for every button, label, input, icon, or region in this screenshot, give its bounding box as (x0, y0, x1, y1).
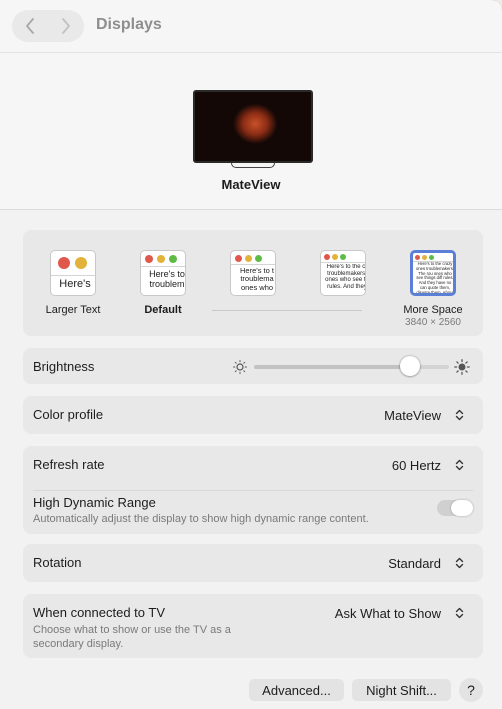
color-profile-value[interactable]: MateView (384, 408, 441, 423)
displays-window: Displays MateView Here's Larger Text Her… (0, 0, 502, 709)
wallpaper-image (195, 92, 311, 161)
up-down-chevron-icon (455, 607, 463, 619)
rotation-card: Rotation Standard (23, 544, 483, 582)
resolution-label: Default (144, 304, 182, 316)
resolution-thumbnail: Here's (50, 250, 96, 296)
tv-card: When connected to TV Ask What to Show Ch… (23, 594, 483, 658)
resolution-option-4[interactable]: Here's to the cr troublemakers. ones who… (303, 250, 383, 296)
sun-large-icon (454, 359, 470, 375)
row-divider (33, 490, 473, 491)
resolution-sample-text: Here's to troublem (149, 270, 185, 289)
advanced-button[interactable]: Advanced... (249, 679, 344, 701)
up-down-chevron-icon (455, 557, 463, 569)
up-down-chevron-icon (455, 459, 463, 471)
resolution-card: Here's Larger Text Here's to troublem De… (23, 230, 483, 336)
tv-popup-button[interactable] (451, 605, 467, 621)
resolution-label: Larger Text (45, 304, 101, 316)
hdr-toggle-knob (451, 500, 473, 516)
sun-small-icon (233, 360, 247, 374)
up-down-chevron-icon (455, 409, 463, 421)
hdr-label: High Dynamic Range (33, 495, 156, 510)
color-profile-popup-button[interactable] (451, 407, 467, 423)
color-profile-card: Color profile MateView (23, 396, 483, 434)
refresh-rate-popup-button[interactable] (451, 457, 467, 473)
tv-description-line1: Choose what to show or use the TV as a (33, 624, 231, 636)
refresh-rate-card: Refresh rate 60 Hertz High Dynamic Range… (23, 446, 483, 534)
rotation-value[interactable]: Standard (388, 556, 441, 571)
brightness-slider-knob[interactable] (400, 356, 420, 376)
resolution-option-default[interactable]: Here's to troublem Default (123, 250, 203, 316)
display-name: MateView (221, 177, 281, 192)
night-shift-button[interactable]: Night Shift... (352, 679, 451, 701)
display-preview-area: MateView (0, 53, 502, 209)
brightness-card: Brightness (23, 348, 483, 384)
color-profile-label: Color profile (33, 407, 104, 422)
resolution-sample-text: Here's (59, 278, 91, 290)
hdr-toggle[interactable] (437, 500, 473, 516)
rotation-popup-button[interactable] (451, 555, 467, 571)
resolution-label: More Space (403, 304, 463, 316)
resolution-sample-text: Here's to the cr troublemakers. ones who… (325, 264, 366, 290)
chevron-left-icon (26, 18, 34, 34)
resolution-option-3[interactable]: Here's to t troublema ones who (213, 250, 293, 296)
resolution-thumbnail: Here's to the cr troublemakers. ones who… (320, 250, 366, 296)
resolution-scale-line (212, 310, 362, 311)
help-button[interactable]: ? (459, 678, 483, 702)
hdr-description: Automatically adjust the display to show… (33, 513, 369, 525)
forward-button[interactable] (48, 10, 84, 42)
refresh-rate-label: Refresh rate (33, 457, 105, 472)
chevron-right-icon (62, 18, 70, 34)
page-title: Displays (96, 16, 162, 33)
tv-value[interactable]: Ask What to Show (335, 606, 441, 621)
brightness-label: Brightness (33, 359, 95, 374)
tv-description-line2: secondary display. (33, 638, 124, 650)
monitor-thumbnail[interactable] (193, 90, 313, 163)
resolution-option-more-space[interactable]: Here's to the crazy ones troublemakers. … (393, 250, 473, 328)
monitor-stand (231, 163, 275, 168)
resolution-option-larger-text[interactable]: Here's Larger Text (33, 250, 113, 316)
back-button[interactable] (12, 10, 48, 42)
tv-label: When connected to TV (33, 605, 166, 620)
resolution-thumbnail: Here's to troublem (140, 250, 186, 296)
resolution-thumbnail-selected: Here's to the crazy ones troublemakers. … (410, 250, 456, 296)
resolution-thumbnail: Here's to t troublema ones who (230, 250, 276, 296)
rotation-label: Rotation (33, 555, 82, 570)
resolution-size: 3840 × 2560 (405, 317, 461, 328)
brightness-slider-fill (254, 365, 410, 369)
resolution-sample-text: Here's to the crazy ones troublemakers. … (416, 262, 454, 295)
resolution-sample-text: Here's to t troublema ones who (240, 267, 274, 292)
refresh-rate-value[interactable]: 60 Hertz (392, 458, 441, 473)
toolbar: Displays (0, 0, 502, 52)
settings-content: Here's Larger Text Here's to troublem De… (0, 210, 502, 709)
nav-group (12, 10, 84, 42)
